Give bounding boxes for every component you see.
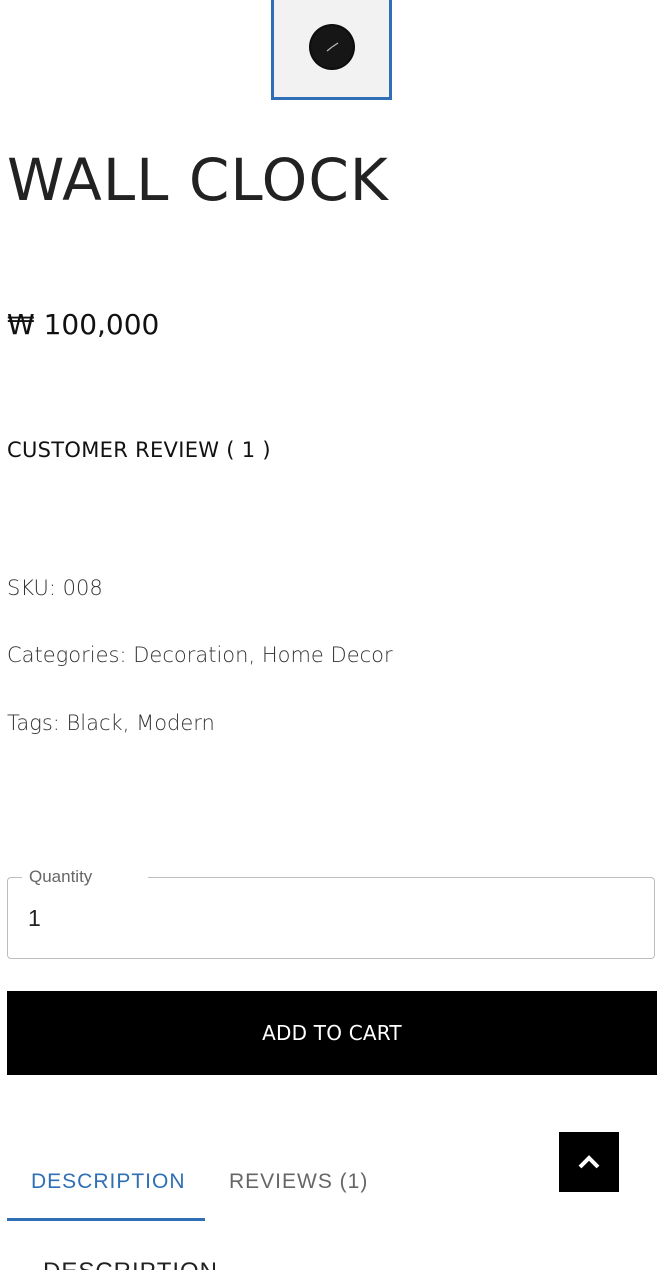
scroll-to-top-button[interactable]	[559, 1132, 619, 1192]
tags-row: Tags: Black, Modern	[7, 711, 215, 735]
tab-reviews[interactable]: REVIEWS (1)	[229, 1170, 368, 1194]
quantity-input[interactable]	[28, 900, 628, 936]
chevron-up-icon	[578, 1155, 600, 1169]
sku-row: SKU: 008	[7, 576, 103, 600]
product-title: WALL CLOCK	[7, 146, 389, 214]
tags-label: Tags:	[7, 711, 60, 735]
product-thumbnail[interactable]	[271, 0, 392, 100]
active-tab-indicator	[7, 1218, 205, 1221]
quantity-label: Quantity	[22, 867, 148, 887]
category-link-decoration[interactable]: Decoration	[133, 643, 248, 667]
categories-label: Categories:	[7, 643, 127, 667]
category-separator: ,	[248, 643, 256, 667]
tag-separator: ,	[122, 711, 130, 735]
category-link-home-decor[interactable]: Home Decor	[262, 643, 393, 667]
description-heading: DESCRIPTION	[43, 1258, 218, 1270]
tag-link-black[interactable]: Black	[67, 711, 123, 735]
categories-row: Categories: Decoration, Home Decor	[7, 643, 393, 667]
quantity-field: Quantity	[7, 867, 655, 959]
add-to-cart-button[interactable]: ADD TO CART	[7, 991, 657, 1075]
sku-label: SKU:	[7, 576, 56, 600]
wall-clock-icon	[309, 24, 355, 70]
product-page: WALL CLOCK ₩ 100,000 CUSTOMER REVIEW ( 1…	[0, 0, 661, 1270]
sku-value: 008	[62, 576, 103, 600]
product-price: ₩ 100,000	[7, 308, 160, 341]
tab-description[interactable]: DESCRIPTION	[31, 1170, 186, 1194]
tag-link-modern[interactable]: Modern	[136, 711, 215, 735]
customer-review-link[interactable]: CUSTOMER REVIEW ( 1 )	[7, 438, 271, 462]
